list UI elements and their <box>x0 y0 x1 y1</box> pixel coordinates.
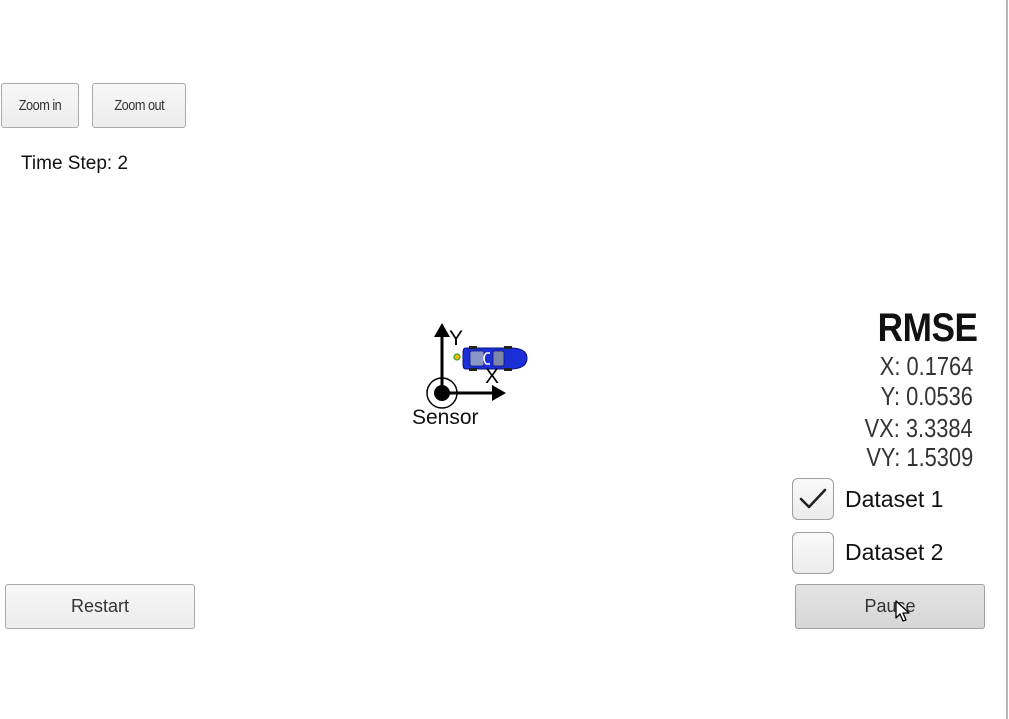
rmse-x-value: X: 0.1764 <box>879 351 973 381</box>
dataset-1-checkbox[interactable] <box>792 478 834 520</box>
y-axis-label: Y <box>449 327 463 350</box>
pause-button[interactable]: Pause <box>795 584 985 629</box>
rmse-y-value: Y: 0.0536 <box>880 381 973 411</box>
rmse-vx-value: VX: 3.3384 <box>864 413 973 443</box>
y-axis-arrowhead <box>434 323 450 337</box>
zoom-in-label: Zoom in <box>18 97 62 114</box>
time-step-text: Time Step: 2 <box>21 153 129 174</box>
zoom-out-label: Zoom out <box>114 97 164 114</box>
zoom-out-button[interactable]: Zoom out <box>92 83 186 128</box>
zoom-in-button[interactable]: Zoom in <box>1 83 79 128</box>
dataset-2-label[interactable]: Dataset 2 <box>845 539 943 566</box>
restart-button[interactable]: Restart <box>5 584 195 629</box>
x-axis-label: X <box>485 365 499 388</box>
window-edge <box>1006 0 1008 719</box>
measurement-marker <box>453 353 461 361</box>
checkmark-icon <box>799 488 827 509</box>
sensor-dot <box>434 385 450 401</box>
rmse-title: RMSE <box>878 306 978 350</box>
mouse-cursor-icon <box>895 600 910 622</box>
restart-label: Restart <box>70 596 130 616</box>
dataset-2-checkbox[interactable] <box>792 532 834 574</box>
sensor-label: Sensor <box>412 406 479 429</box>
rmse-vy-value: VY: 1.5309 <box>866 442 973 472</box>
dataset-1-label[interactable]: Dataset 1 <box>845 486 943 513</box>
